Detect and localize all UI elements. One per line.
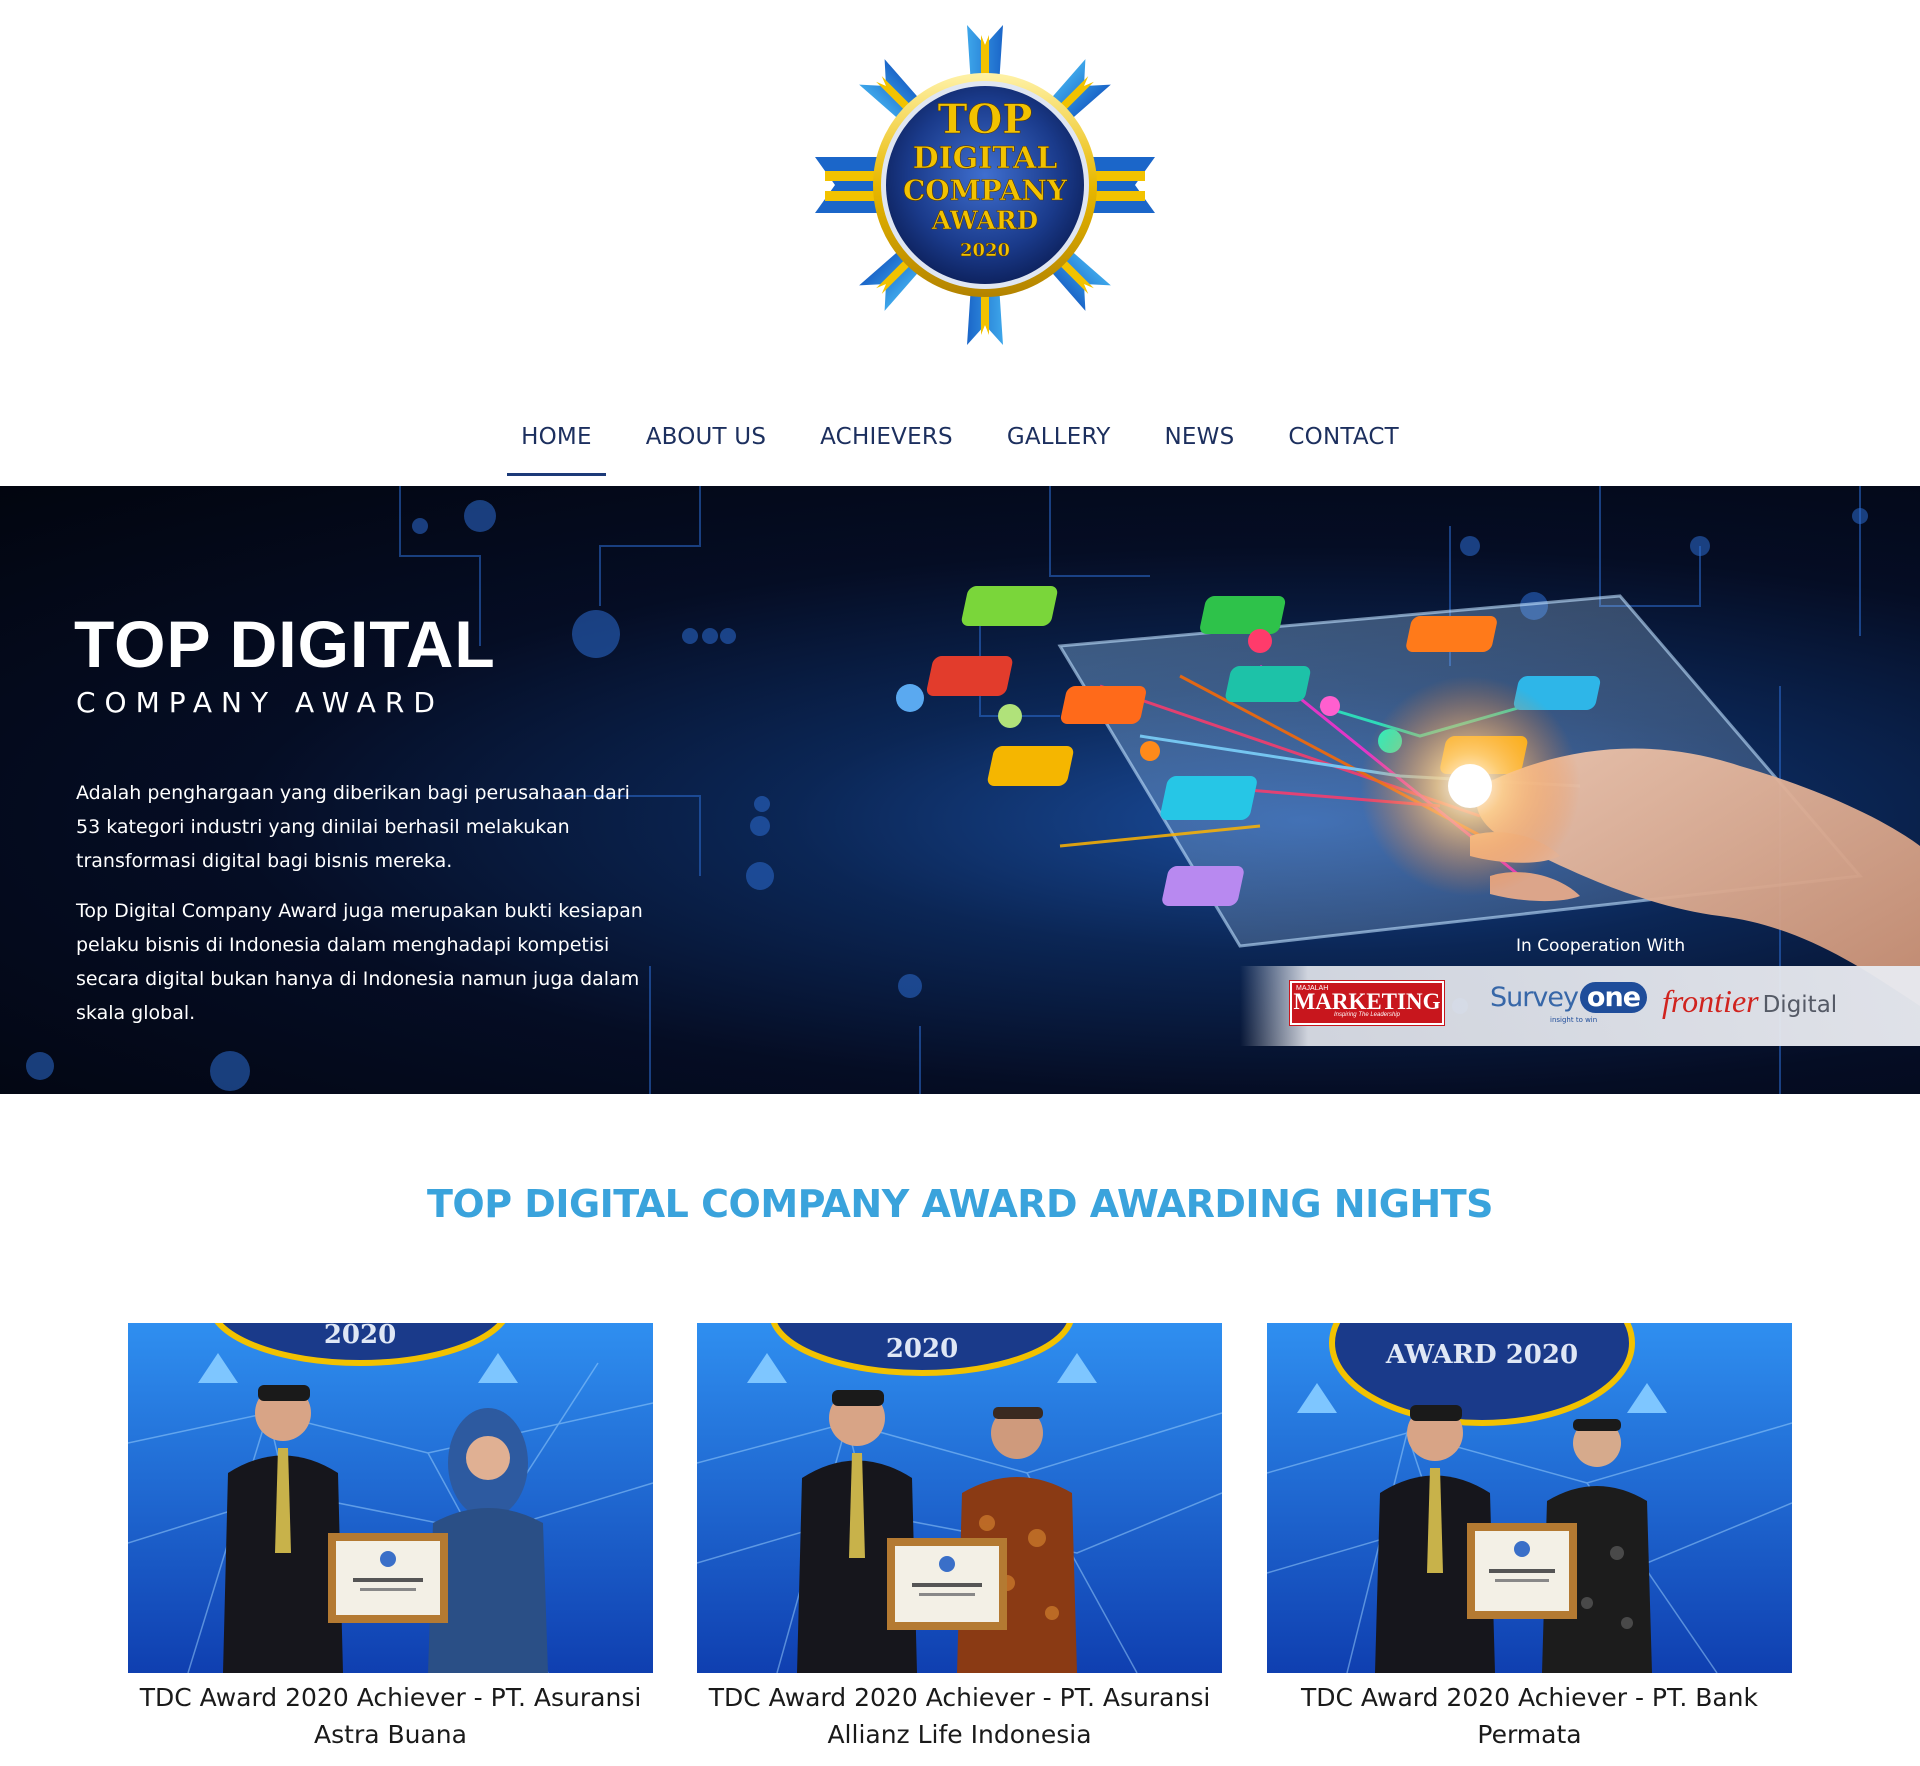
nav-home[interactable]: HOME (494, 410, 619, 476)
award-ceremony-photo-icon: AWARD 2020 (1267, 1323, 1792, 1673)
achiever-card[interactable]: AWARD 2020 TDC Award 2020 Achiever - PT.… (1267, 1323, 1792, 1753)
svg-text:AWARD 2020: AWARD 2020 (1385, 1340, 1578, 1370)
surveyone-logo-survey: Survey (1490, 982, 1579, 1013)
achiever-caption[interactable]: TDC Award 2020 Achiever - PT. Asuransi A… (697, 1679, 1222, 1753)
svg-text:2020: 2020 (960, 240, 1010, 261)
svg-text:DIGITAL: DIGITAL (913, 141, 1058, 176)
marketing-logo: MAJALAH MARKETING Inspiring The Leadersh… (1290, 981, 1444, 1025)
achiever-photo[interactable]: AWARD 2020 (1267, 1323, 1792, 1673)
nav-about-us[interactable]: ABOUT US (619, 410, 793, 476)
marketing-logo-text: MARKETING (1293, 989, 1441, 1014)
svg-text:2020: 2020 (324, 1323, 396, 1350)
surveyone-logo: Survey one insight to win (1490, 982, 1648, 1024)
site-logo[interactable]: TOP DIGITAL COMPANY AWARD 2020 (810, 10, 1160, 360)
nav-achievers[interactable]: ACHIEVERS (793, 410, 980, 476)
award-ceremony-photo-icon: 2020 (697, 1323, 1222, 1673)
hero-subtitle: COMPANY AWARD (76, 686, 444, 719)
svg-text:TOP: TOP (938, 96, 1033, 143)
nav-gallery[interactable]: GALLERY (980, 410, 1138, 476)
achiever-photo[interactable]: 2020 (128, 1323, 653, 1673)
achiever-photo[interactable]: 2020 (697, 1323, 1222, 1673)
hero-paragraph-1: Adalah penghargaan yang diberikan bagi p… (76, 782, 630, 872)
award-ceremony-photo-icon: 2020 (128, 1323, 653, 1673)
achiever-card[interactable]: 2020 TDC Award 2020 Achiever - PT. Asura (128, 1323, 653, 1753)
award-badge-icon: TOP DIGITAL COMPANY AWARD 2020 (815, 25, 1155, 345)
main-nav: HOME ABOUT US ACHIEVERS GALLERY NEWS CON… (0, 410, 1920, 476)
surveyone-logo-tagline: insight to win (1550, 1016, 1598, 1024)
svg-text:AWARD: AWARD (931, 206, 1038, 235)
frontier-logo-text: frontier (1662, 983, 1759, 1019)
surveyone-logo-one: one (1579, 982, 1648, 1013)
frontier-logo-digital: Digital (1762, 992, 1838, 1018)
hero-paragraph-2: Top Digital Company Award juga merupakan… (76, 900, 643, 1024)
nav-contact[interactable]: CONTACT (1261, 410, 1425, 476)
achiever-caption[interactable]: TDC Award 2020 Achiever - PT. Asuransi A… (128, 1679, 653, 1753)
frontier-digital-logo: frontier Digital (1662, 983, 1837, 1020)
awarding-nights-title: TOP DIGITAL COMPANY AWARD AWARDING NIGHT… (426, 1182, 1494, 1226)
achiever-card[interactable]: 2020 TDC Award 2020 Achiever - PT. Asura… (697, 1323, 1222, 1753)
achiever-caption[interactable]: TDC Award 2020 Achiever - PT. Bank Perma… (1267, 1679, 1792, 1753)
hero-title: TOP DIGITAL (74, 607, 496, 681)
nav-news[interactable]: NEWS (1138, 410, 1262, 476)
hero-banner: TOP DIGITAL COMPANY AWARD Adalah penghar… (0, 486, 1920, 1094)
cooperation-label: In Cooperation With (1516, 936, 1686, 956)
svg-text:COMPANY: COMPANY (903, 174, 1068, 207)
svg-text:2020: 2020 (886, 1334, 958, 1364)
achiever-cards: 2020 TDC Award 2020 Achiever - PT. Asura (128, 1323, 1792, 1749)
